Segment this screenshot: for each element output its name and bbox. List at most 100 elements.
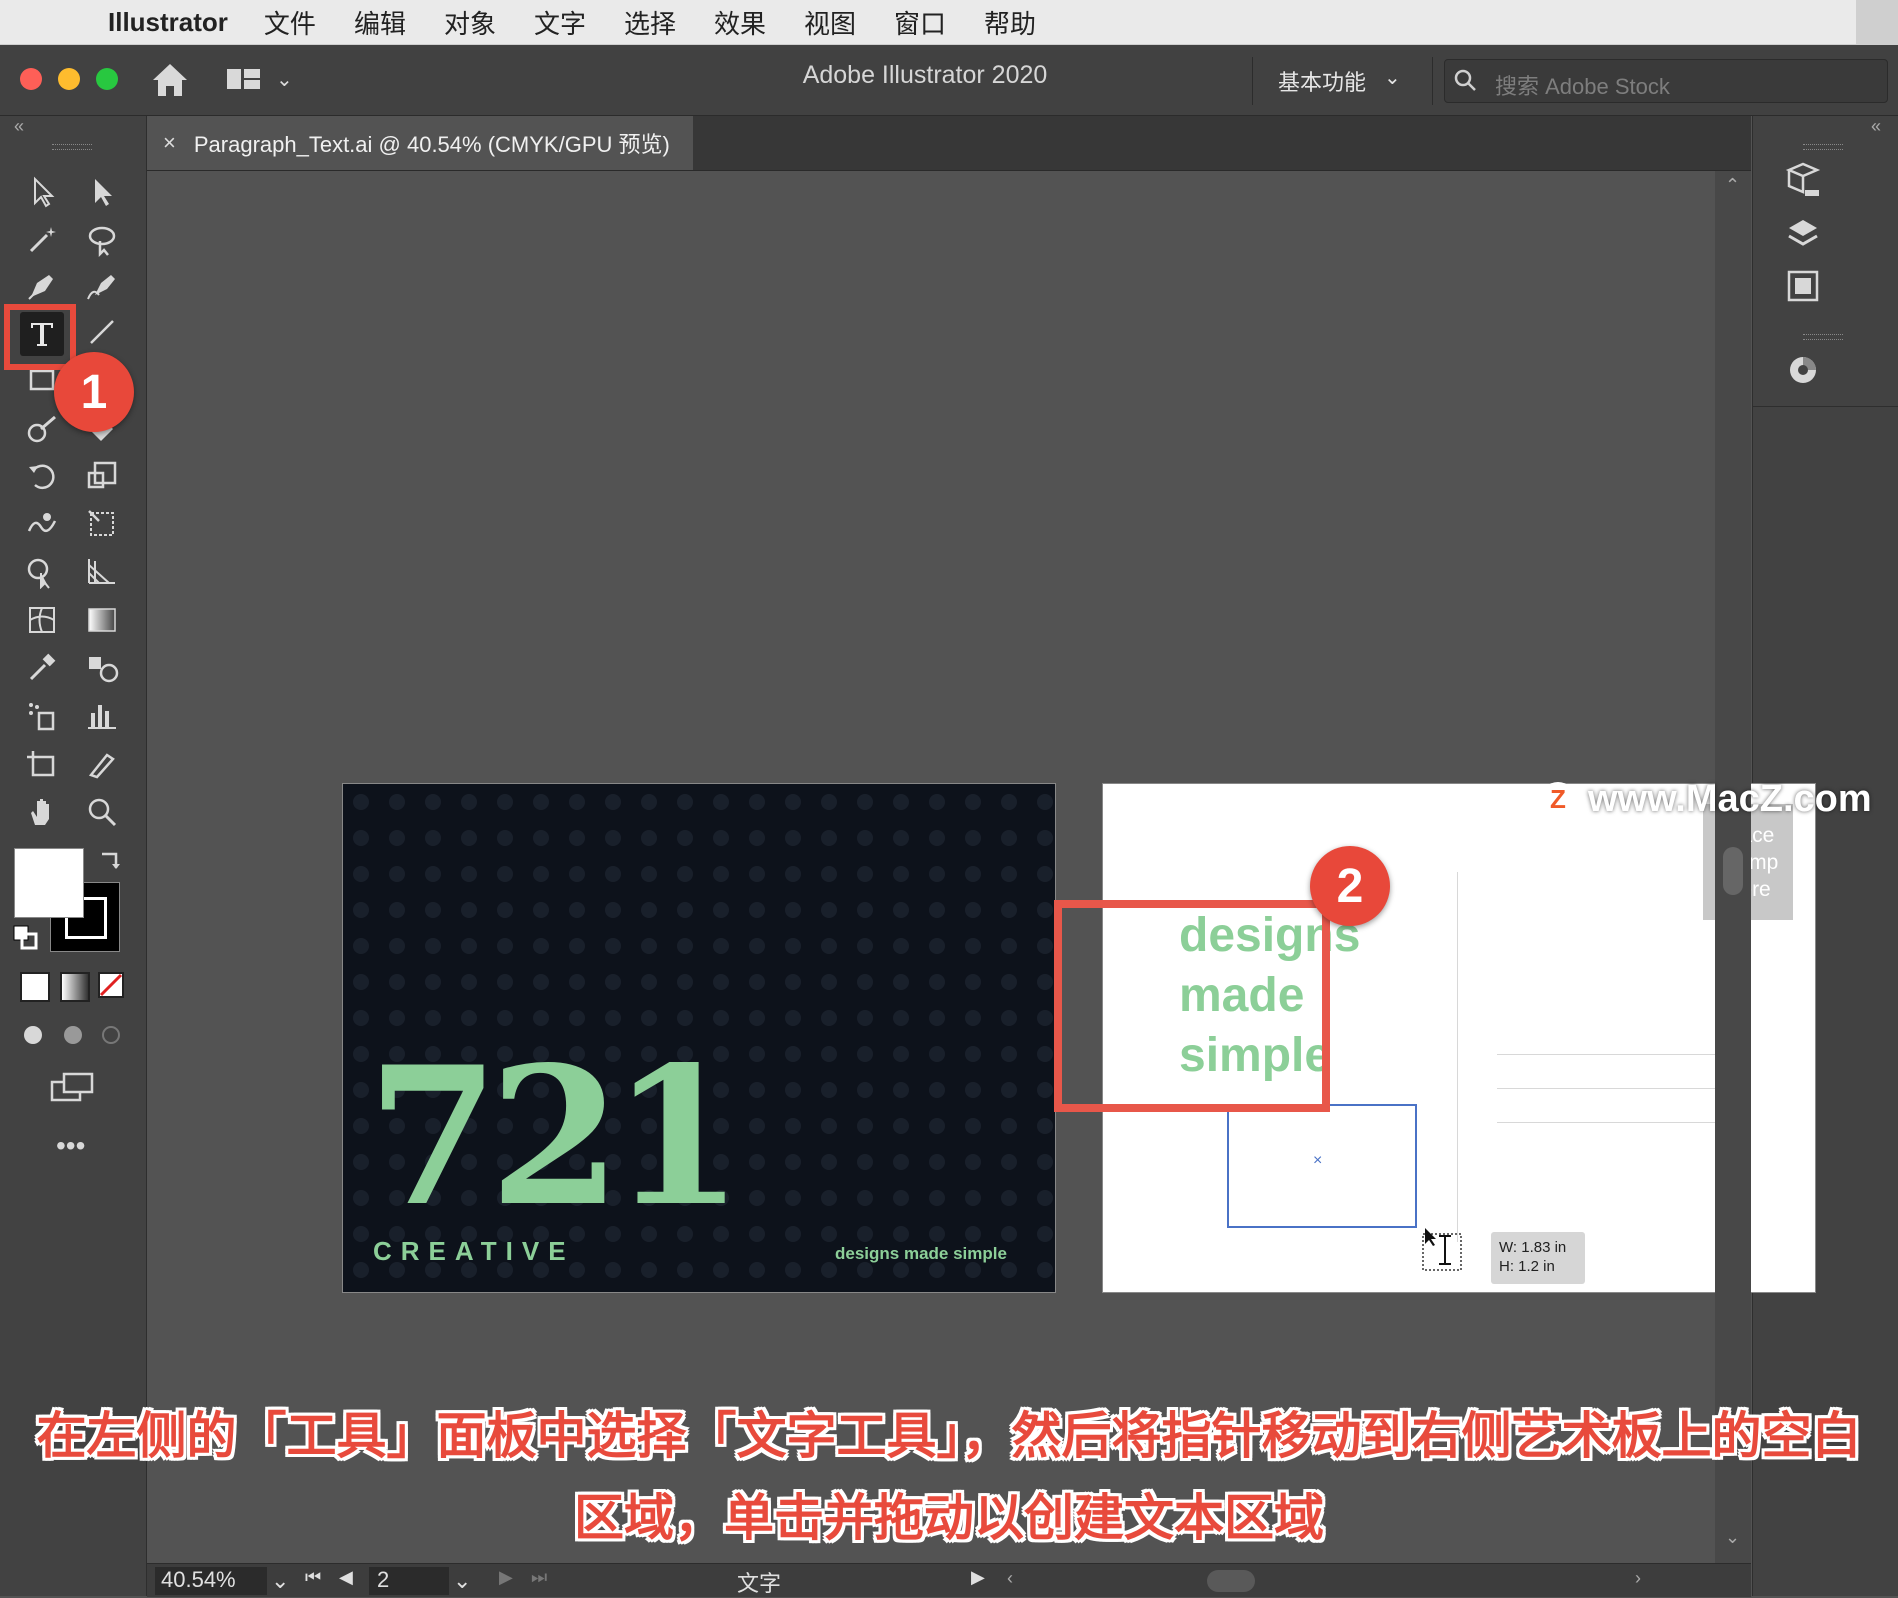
menu-edit[interactable]: 编辑 (354, 4, 406, 41)
chevron-down-icon[interactable]: ⌄ (276, 67, 293, 92)
free-transform-tool-icon[interactable] (80, 504, 124, 544)
brand-number: 721 (367, 1025, 744, 1248)
chevron-down-icon[interactable]: ⌄ (453, 1568, 471, 1594)
scroll-right-icon[interactable]: › (1635, 1568, 1641, 1589)
line-segment-tool-icon[interactable] (80, 312, 124, 352)
previous-artboard-icon[interactable]: ◀ (339, 1567, 353, 1588)
menu-window[interactable]: 窗口 (894, 4, 946, 41)
document-tab-bar: × Paragraph_Text.ai @ 40.54% (CMYK/GPU 预… (147, 116, 1751, 171)
lasso-tool-icon[interactable] (80, 220, 124, 260)
pen-tool-icon[interactable] (20, 266, 64, 306)
shape-builder-tool-icon[interactable] (20, 552, 64, 592)
chevron-down-icon[interactable]: ⌄ (1384, 65, 1401, 90)
zoom-tool-icon[interactable] (80, 792, 124, 832)
draw-behind-icon[interactable] (60, 1022, 86, 1048)
color-mode-button[interactable] (20, 972, 50, 1002)
column-graph-tool-icon[interactable] (80, 696, 124, 736)
magic-wand-tool-icon[interactable] (20, 220, 64, 260)
collapse-panel-icon[interactable]: « (1871, 116, 1881, 137)
height-readout: H: 1.2 in (1499, 1258, 1555, 1275)
menu-file[interactable]: 文件 (264, 4, 316, 41)
status-bar: 40.54% ⌄ ⏮ ◀ 2 ⌄ ▶ ⏭ 文字 ▶ ‹ › (147, 1563, 1751, 1597)
vertical-scroll-thumb[interactable] (1723, 847, 1743, 895)
screen-mode-icon[interactable] (50, 1070, 94, 1106)
menu-view[interactable]: 视图 (804, 4, 856, 41)
artboard-tool-icon[interactable] (20, 744, 64, 784)
layers-icon[interactable] (1783, 214, 1823, 254)
draw-inside-icon[interactable] (98, 1022, 124, 1048)
search-placeholder: 搜索 Adobe Stock (1495, 74, 1670, 99)
horizontal-scroll-thumb[interactable] (1207, 1570, 1255, 1592)
text-area-frame[interactable]: × (1227, 1104, 1417, 1228)
paintbrush-tool-icon[interactable] (20, 408, 64, 448)
menu-help[interactable]: 帮助 (984, 4, 1036, 41)
chevron-down-icon[interactable]: ⌄ (271, 1568, 289, 1594)
menu-object[interactable]: 对象 (444, 4, 496, 41)
menu-app-name[interactable]: Illustrator (108, 7, 228, 38)
panel-grip[interactable] (1803, 144, 1843, 150)
slice-tool-icon[interactable] (80, 744, 124, 784)
next-artboard-icon[interactable]: ▶ (499, 1567, 513, 1588)
window-close-button[interactable] (20, 68, 42, 90)
document-tab[interactable]: × Paragraph_Text.ai @ 40.54% (CMYK/GPU 预… (147, 116, 693, 170)
menu-type[interactable]: 文字 (534, 4, 586, 41)
app-title-bar: ⌄ Adobe Illustrator 2020 基本功能 ⌄ 搜索 Adobe… (0, 45, 1898, 116)
first-artboard-icon[interactable]: ⏮ (305, 1567, 321, 1588)
watermark-logo-icon: Z (1540, 781, 1576, 818)
direct-selection-tool-icon[interactable] (80, 172, 124, 212)
zoom-level-field[interactable]: 40.54% (155, 1567, 267, 1595)
watermark-text: www.MacZ.com (1588, 778, 1872, 820)
workspace-switcher[interactable]: 基本功能 (1278, 65, 1366, 97)
menubar-end (1856, 0, 1898, 44)
panel-grip[interactable] (52, 144, 92, 150)
home-icon[interactable] (150, 61, 190, 99)
address-line (1497, 1122, 1725, 1123)
eyedropper-tool-icon[interactable] (20, 648, 64, 688)
close-tab-icon[interactable]: × (163, 130, 176, 156)
default-fill-stroke-icon[interactable] (12, 924, 38, 950)
fill-swatch[interactable] (14, 848, 84, 918)
vertical-scrollbar[interactable]: ⌃ ⌄ (1715, 171, 1751, 1563)
artboards-icon[interactable] (1783, 266, 1823, 306)
edit-toolbar-icon[interactable]: ••• (56, 1130, 85, 1162)
none-mode-button[interactable] (98, 972, 124, 998)
draw-normal-icon[interactable] (20, 1022, 46, 1048)
libraries-icon[interactable] (1783, 160, 1823, 200)
canvas-area[interactable]: 721 CREATIVE designs made simple designs… (147, 171, 1816, 1563)
warp-tool-icon[interactable] (20, 504, 64, 544)
status-menu-icon[interactable]: ▶ (971, 1567, 985, 1588)
curvature-tool-icon[interactable] (80, 266, 124, 306)
frame-center-mark: × (1313, 1152, 1323, 1169)
artboard-front[interactable]: 721 CREATIVE designs made simple (342, 783, 1056, 1293)
color-themes-icon[interactable] (1783, 350, 1823, 390)
last-artboard-icon[interactable]: ⏭ (531, 1567, 547, 1588)
window-zoom-button[interactable] (96, 68, 118, 90)
window-minimize-button[interactable] (58, 68, 80, 90)
collapse-panel-icon[interactable]: « (14, 116, 24, 137)
current-tool-label: 文字 (737, 1571, 782, 1596)
step-badge-1: 1 (54, 352, 134, 432)
scale-tool-icon[interactable] (80, 456, 124, 496)
gradient-mode-button[interactable] (60, 972, 90, 1002)
selection-tool-icon[interactable] (20, 172, 64, 212)
mesh-tool-icon[interactable] (20, 600, 64, 640)
perspective-grid-tool-icon[interactable] (80, 552, 124, 592)
dimension-tooltip: W: 1.83 in H: 1.2 in (1491, 1232, 1585, 1284)
scroll-left-icon[interactable]: ‹ (1007, 1568, 1013, 1589)
panel-grip[interactable] (1803, 334, 1843, 340)
menu-select[interactable]: 选择 (624, 4, 676, 41)
arrange-documents-icon[interactable] (226, 65, 262, 93)
gradient-tool-icon[interactable] (80, 600, 124, 640)
swap-fill-stroke-icon[interactable] (98, 846, 124, 872)
rotate-tool-icon[interactable] (20, 456, 64, 496)
symbol-sprayer-tool-icon[interactable] (20, 696, 64, 736)
stock-search-input[interactable]: 搜索 Adobe Stock (1444, 59, 1888, 103)
scroll-up-icon[interactable]: ⌃ (1725, 175, 1740, 196)
app-title: Adobe Illustrator 2020 (802, 61, 1048, 89)
artboard-number-field[interactable]: 2 (369, 1567, 449, 1595)
search-icon (1454, 69, 1476, 91)
menu-effect[interactable]: 效果 (714, 4, 766, 41)
blend-tool-icon[interactable] (80, 648, 124, 688)
horizontal-scrollbar[interactable]: ‹ › (1007, 1568, 1647, 1592)
hand-tool-icon[interactable] (20, 792, 64, 832)
